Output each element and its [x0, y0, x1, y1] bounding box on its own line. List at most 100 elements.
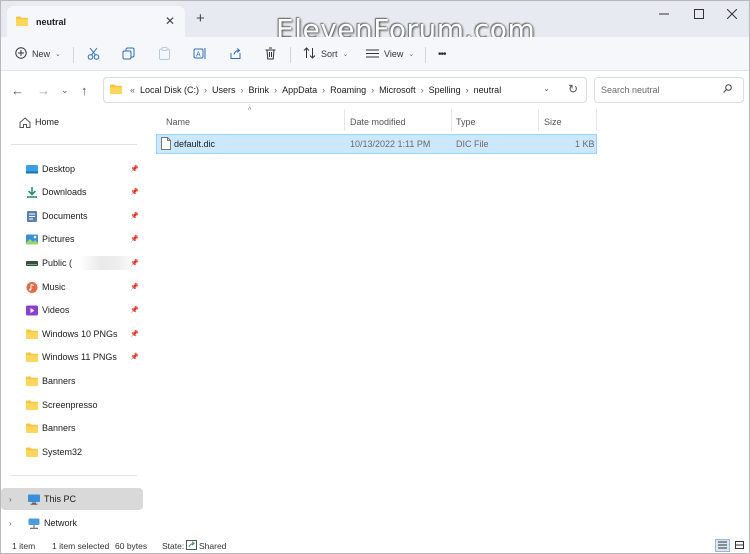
sidebar-item-network[interactable]: › Network — [1, 512, 143, 534]
breadcrumb-item[interactable]: Spelling — [429, 85, 461, 95]
rename-button[interactable]: A — [193, 43, 207, 65]
column-divider[interactable] — [596, 109, 597, 131]
sidebar-item-public[interactable]: Public ( 📌 — [5, 252, 143, 274]
pin-icon[interactable]: 📌 — [130, 188, 139, 196]
rename-icon: A — [193, 47, 207, 62]
pin-icon[interactable]: 📌 — [130, 235, 139, 243]
state-value: Shared — [199, 541, 227, 551]
tab-neutral[interactable]: neutral ✕ — [7, 6, 185, 37]
file-icon — [161, 137, 171, 152]
breadcrumb-item[interactable]: Roaming — [330, 85, 366, 95]
sidebar-item-music[interactable]: Music 📌 — [5, 276, 143, 298]
sidebar-item-videos[interactable]: Videos 📌 — [5, 299, 143, 321]
search-icon[interactable] — [723, 84, 732, 95]
sidebar-item-banners[interactable]: Banners — [5, 370, 143, 392]
sidebar-item-desktop[interactable]: Desktop 📌 — [5, 158, 143, 180]
breadcrumb-item[interactable]: Users — [212, 85, 236, 95]
new-label: New — [32, 49, 51, 59]
chevron-right-icon[interactable]: › — [9, 495, 12, 504]
sidebar-item-label: Home — [35, 117, 60, 127]
breadcrumb-item[interactable]: Local Disk (C:) — [140, 85, 199, 95]
pin-icon[interactable]: 📌 — [130, 283, 139, 291]
pin-icon[interactable]: 📌 — [130, 353, 139, 361]
column-header-type[interactable]: Type — [456, 113, 476, 131]
view-button[interactable]: View ⌄ — [366, 43, 414, 65]
back-arrow-icon[interactable]: ← — [11, 83, 24, 98]
sidebar-item-label: Banners — [42, 423, 76, 433]
chevron-down-icon: ⌄ — [342, 51, 349, 58]
breadcrumb-item[interactable]: neutral — [474, 85, 502, 95]
pin-icon[interactable]: 📌 — [130, 306, 139, 314]
sidebar-item-label: Banners — [42, 376, 76, 386]
sidebar-item-documents[interactable]: Documents 📌 — [5, 205, 143, 227]
delete-button[interactable] — [264, 43, 277, 65]
folder-icon — [26, 423, 38, 434]
pin-icon[interactable]: 📌 — [130, 330, 139, 338]
file-name: default.dic — [174, 139, 216, 149]
breadcrumb-overflow[interactable]: « — [130, 85, 135, 95]
share-icon — [229, 47, 242, 62]
forward-arrow-icon[interactable]: → — [37, 83, 50, 98]
chevron-down-icon[interactable]: ⌄ — [543, 84, 550, 93]
sidebar-item-windows-10-pngs[interactable]: Windows 10 PNGs 📌 — [5, 323, 143, 345]
breadcrumb-item[interactable]: Brink — [249, 85, 270, 95]
sidebar-item-system32[interactable]: System32 — [5, 441, 143, 463]
search-input[interactable] — [594, 77, 744, 103]
sidebar-item-downloads[interactable]: Downloads 📌 — [5, 181, 143, 203]
copy-button[interactable] — [122, 43, 135, 65]
sidebar-item-label: Pictures — [42, 234, 75, 244]
sidebar-item-pictures[interactable]: Pictures 📌 — [5, 228, 143, 250]
cut-button[interactable] — [87, 43, 100, 65]
videos-icon — [26, 305, 38, 316]
sidebar-divider — [11, 144, 137, 145]
column-divider[interactable] — [538, 109, 539, 131]
column-header-name[interactable]: Name — [166, 113, 190, 131]
refresh-icon[interactable]: ↻ — [568, 82, 578, 96]
sidebar-item-home[interactable]: Home — [5, 111, 143, 133]
minimize-button[interactable] — [649, 5, 679, 23]
close-button[interactable] — [717, 5, 747, 23]
sidebar-item-this-pc[interactable]: › This PC — [1, 488, 143, 510]
sort-label: Sort — [321, 49, 338, 59]
delete-icon — [264, 47, 277, 62]
sort-button[interactable]: Sort ⌄ — [303, 43, 348, 65]
column-header-size[interactable]: Size — [544, 113, 562, 131]
pin-icon[interactable]: 📌 — [130, 165, 139, 173]
maximize-button[interactable] — [684, 5, 714, 23]
more-icon: ••• — [438, 48, 446, 60]
chevron-right-icon[interactable]: › — [9, 519, 12, 528]
paste-icon — [158, 46, 171, 62]
folder-icon — [26, 352, 38, 363]
sidebar-item-label: System32 — [42, 447, 83, 457]
chevron-right-icon: › — [322, 85, 326, 95]
details-view-button[interactable] — [715, 539, 730, 552]
toolbar-divider — [290, 47, 291, 63]
tiles-view-button[interactable] — [732, 539, 747, 552]
new-tab-icon[interactable]: + — [196, 10, 205, 27]
tab-close-icon[interactable]: ✕ — [165, 14, 175, 28]
new-button[interactable]: New ⌄ — [15, 43, 61, 65]
paste-button[interactable] — [158, 43, 171, 65]
up-arrow-icon[interactable]: ↑ — [81, 83, 88, 98]
sidebar-item-windows-11-pngs[interactable]: Windows 11 PNGs 📌 — [5, 346, 143, 368]
tiles-view-icon — [735, 540, 744, 551]
column-header-date-modified[interactable]: Date modified — [350, 113, 406, 131]
sidebar-item-banners[interactable]: Banners — [5, 417, 143, 439]
sidebar-item-screenpresso[interactable]: Screenpresso — [5, 394, 143, 416]
sidebar-item-label: Videos — [42, 305, 70, 315]
address-bar[interactable]: « Local Disk (C:) › Users › Brink › AppD… — [103, 77, 587, 103]
chevron-down-icon: ⌄ — [55, 51, 61, 58]
sidebar-item-label: Screenpresso — [42, 400, 98, 410]
pin-icon[interactable]: 📌 — [130, 259, 139, 267]
music-icon — [26, 281, 38, 293]
column-divider[interactable] — [344, 109, 345, 131]
recent-chevron-icon[interactable]: ⌄ — [61, 85, 69, 96]
copy-icon — [122, 47, 135, 62]
share-button[interactable] — [229, 43, 242, 65]
column-divider[interactable] — [451, 109, 452, 131]
pin-icon[interactable]: 📌 — [130, 212, 139, 220]
see-more-button[interactable]: ••• — [438, 43, 446, 65]
breadcrumb-item[interactable]: Microsoft — [379, 85, 416, 95]
breadcrumb-item[interactable]: AppData — [282, 85, 317, 95]
table-row[interactable]: default.dic 10/13/2022 1:11 PM DIC File … — [156, 134, 597, 154]
